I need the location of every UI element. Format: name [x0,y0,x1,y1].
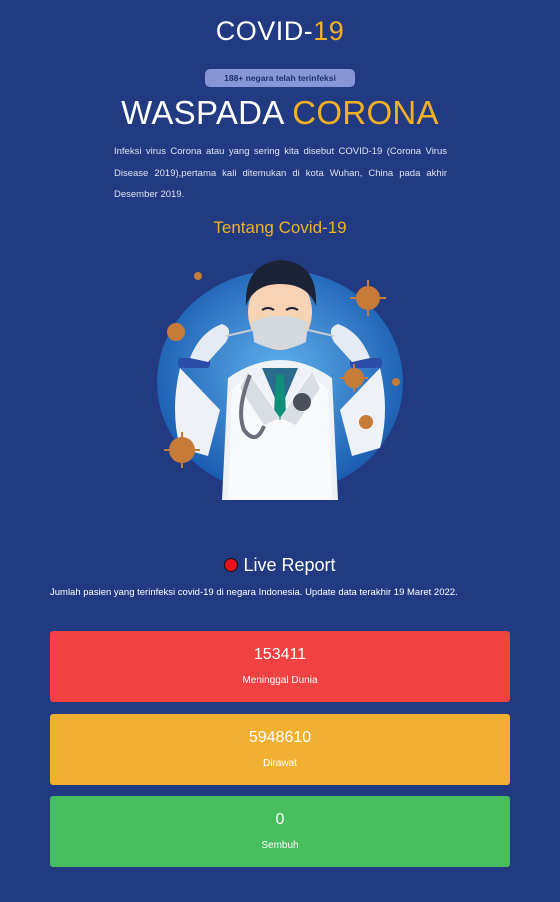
headline: WASPADA CORONA [0,94,560,132]
recovered-card: 0 Sembuh [50,796,510,867]
doctor-mask-virus-illustration [157,260,403,500]
live-report-title: Live Report [243,555,336,575]
headline-accent: CORONA [292,94,439,131]
deaths-label: Meninggal Dunia [242,675,318,686]
page-title: COVID-19 [0,16,560,47]
title-main: COVID- [215,16,314,46]
live-report-heading: Live Report [0,555,560,576]
treated-label: Dirawat [263,758,297,769]
infected-countries-badge: 188+ negara telah terinfeksi [205,69,355,87]
recovered-value: 0 [275,811,285,828]
deaths-value: 153411 [253,646,307,663]
title-accent: 19 [313,16,345,46]
intro-text: Infeksi virus Corona atau yang sering ki… [114,146,447,200]
deaths-card: 153411 Meninggal Dunia [50,631,510,702]
treated-card: 5948610 Dirawat [50,714,510,785]
recovered-label: Sembuh [261,840,299,851]
headline-main: WASPADA [121,94,293,131]
about-covid-link[interactable]: Tentang Covid-19 [0,218,560,238]
live-dot-icon [224,558,239,572]
update-info-text: Jumlah pasien yang terinfeksi covid-19 d… [50,587,458,598]
treated-value: 5948610 [248,729,312,746]
